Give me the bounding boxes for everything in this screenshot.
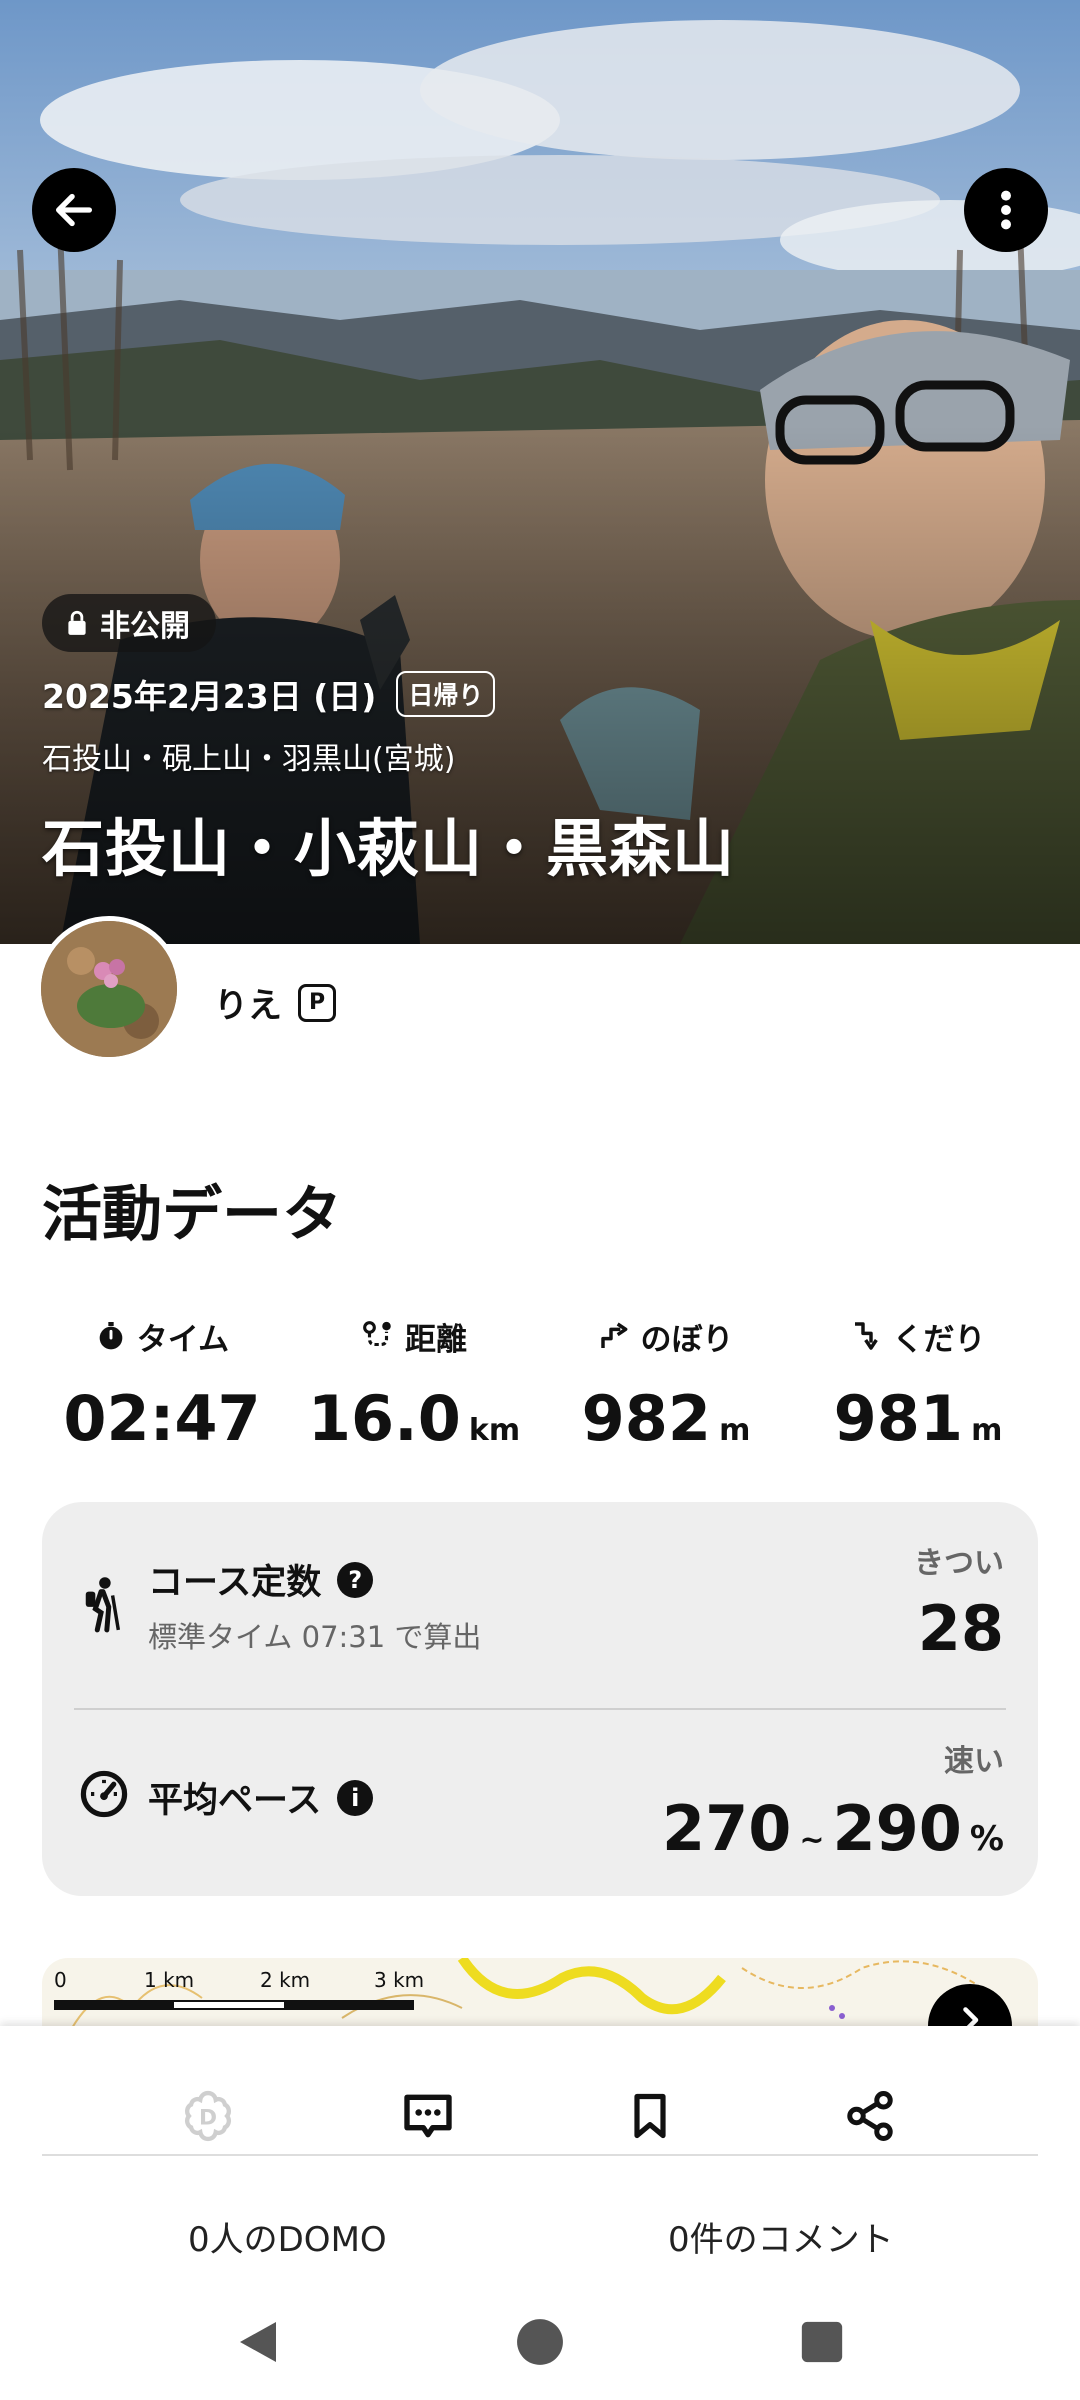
section-title: 活動データ: [42, 1180, 342, 1250]
chevron-right-icon: [963, 2007, 979, 2028]
average-pace-level: 速い: [944, 1744, 1004, 1779]
visibility-label: 非公開: [100, 609, 190, 644]
hero-photo: 非公開 2025年2月23日 (日) 日帰り 石投山・硯上山・羽黒山(宮城) 石…: [0, 0, 1080, 944]
bottom-action-bar: D 0人のDOMO 0件のコメント: [0, 2026, 1080, 2282]
descent-icon: [854, 1322, 878, 1350]
bookmark-button[interactable]: [610, 2076, 690, 2156]
nav-recents-button[interactable]: [792, 2312, 852, 2372]
average-pace-title: 平均ペース: [148, 1781, 322, 1821]
domo-count[interactable]: 0人のDOMO: [188, 2212, 387, 2261]
square-recents-icon: [801, 2321, 843, 2363]
bookmark-icon: [634, 2093, 666, 2139]
hiker-icon: [85, 1577, 121, 1633]
scale-label-0: 0: [54, 1968, 67, 1992]
stat-descent-value: 981: [833, 1382, 964, 1455]
stat-time-label: タイム: [136, 1321, 230, 1358]
stat-descent-unit: m: [971, 1413, 1003, 1448]
course-constant-value: 28: [917, 1592, 1004, 1665]
course-metrics-card: コース定数 ? 標準タイム 07:31 で算出 きつい 28 平均ペース i 速…: [42, 1502, 1038, 1896]
course-constant-title: コース定数: [148, 1563, 322, 1603]
lock-icon: [68, 610, 86, 635]
comment-button[interactable]: [388, 2076, 468, 2156]
circle-home-icon: [517, 2319, 563, 2365]
speedometer-icon: [80, 1770, 128, 1818]
system-navigation-bar: [0, 2282, 1080, 2400]
user-name: りえ: [214, 986, 282, 1026]
stat-ascent-unit: m: [719, 1413, 751, 1448]
ascent-icon: [600, 1322, 627, 1348]
course-constant-level: きつい: [914, 1546, 1004, 1581]
scale-label-3: 3 km: [374, 1968, 425, 1992]
avatar[interactable]: [36, 916, 182, 1062]
scale-label-2: 2 km: [260, 1968, 311, 1992]
activity-stats: タイム 02:47 距離 16.0 km のぼり 982 m くだり 981 m: [42, 1314, 1038, 1456]
date-row: 2025年2月23日 (日) 日帰り: [42, 670, 496, 718]
avatar-image: [41, 921, 177, 1057]
average-pace-separator: ~: [799, 1823, 825, 1858]
stat-distance-label: 距離: [405, 1321, 467, 1358]
average-pace-range: 270 ~ 290 %: [662, 1792, 1004, 1865]
svg-text:D: D: [199, 2106, 217, 2131]
average-pace-max: 290: [832, 1792, 962, 1865]
user-name-row[interactable]: りえ P: [214, 978, 336, 1027]
average-pace-unit: %: [969, 1819, 1004, 1859]
average-pace-row[interactable]: 平均ペース i 速い 270 ~ 290 %: [42, 1710, 1038, 1896]
premium-badge: P: [298, 983, 336, 1022]
course-constant-title-row: コース定数 ?: [148, 1554, 374, 1605]
stat-time: タイム 02:47: [42, 1314, 282, 1456]
stat-distance-value: 16.0: [307, 1382, 461, 1455]
course-constant-subtitle: 標準タイム 07:31 で算出: [148, 1620, 482, 1654]
action-icons: D: [0, 2076, 1080, 2156]
activity-title: 石投山・小萩山・黒森山: [42, 812, 736, 885]
more-vertical-icon: [1001, 190, 1011, 230]
domo-icon: D: [184, 2090, 232, 2142]
info-icon[interactable]: i: [337, 1779, 374, 1816]
nav-home-button[interactable]: [510, 2312, 570, 2372]
visibility-badge: 非公開: [42, 594, 216, 652]
back-button[interactable]: [32, 168, 116, 252]
mountain-area[interactable]: 石投山・硯上山・羽黒山(宮城): [42, 734, 455, 778]
bar-divider: [42, 2154, 1038, 2156]
stat-distance-unit: km: [468, 1413, 521, 1448]
course-constant-row[interactable]: コース定数 ? 標準タイム 07:31 で算出 きつい 28: [42, 1502, 1038, 1708]
share-button[interactable]: [830, 2076, 910, 2156]
help-icon[interactable]: ?: [337, 1561, 374, 1598]
triangle-back-icon: [240, 2322, 276, 2362]
scale-bar: [54, 2000, 414, 2010]
stat-descent: くだり 981 m: [798, 1314, 1038, 1456]
stat-distance: 距離 16.0 km: [294, 1314, 534, 1455]
stat-time-value: 02:47: [63, 1382, 261, 1455]
domo-button[interactable]: D: [168, 2076, 248, 2156]
stat-ascent-label: のぼり: [640, 1321, 734, 1358]
route-icon: [363, 1321, 391, 1347]
stat-ascent: のぼり 982 m: [546, 1314, 786, 1456]
more-options-button[interactable]: [964, 168, 1048, 252]
scale-label-1: 1 km: [144, 1968, 195, 1992]
nav-back-button[interactable]: [228, 2312, 288, 2372]
comment-icon: [404, 2094, 452, 2138]
average-pace-title-row: 平均ペース i: [148, 1772, 374, 1823]
stat-descent-label: くだり: [892, 1321, 986, 1358]
stat-ascent-value: 982: [581, 1382, 712, 1455]
activity-date: 2025年2月23日 (日): [42, 677, 377, 716]
trip-type-badge: 日帰り: [396, 671, 496, 717]
comment-count[interactable]: 0件のコメント: [668, 2212, 894, 2261]
share-icon: [847, 2091, 893, 2141]
route-map[interactable]: 0 1 km 2 km 3 km: [42, 1958, 1038, 2028]
stopwatch-icon: [99, 1322, 123, 1350]
arrow-left-icon: [55, 193, 93, 227]
average-pace-min: 270: [661, 1792, 792, 1865]
